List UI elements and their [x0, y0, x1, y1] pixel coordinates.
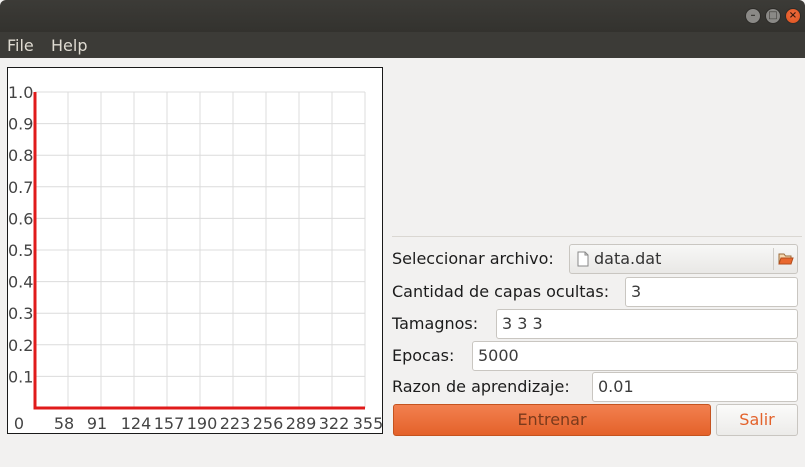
exit-button[interactable]: Salir [716, 404, 798, 436]
x-tick-label: 190 [187, 414, 218, 433]
x-tick-label: 355 [353, 414, 384, 433]
minimize-icon[interactable]: – [745, 8, 761, 24]
x-tick-label: 289 [286, 414, 317, 433]
train-button[interactable]: Entrenar [393, 404, 711, 436]
y-tick-label: 0.3 [8, 304, 33, 323]
x-tick-label: 256 [253, 414, 284, 433]
menu-bar: File Help [0, 32, 805, 58]
layers-label: Cantidad de capas ocultas: [392, 282, 610, 301]
epochs-label: Epocas: [392, 346, 455, 365]
training-chart: 1.0 0.9 0.8 0.7 0.6 0.5 0.4 0.3 0.2 0.1 0 58 91 124 15… [7, 67, 383, 434]
y-tick-label: 0.7 [8, 178, 33, 197]
y-tick-label: 0.1 [8, 367, 33, 386]
separator [392, 236, 802, 237]
x-tick-label: 223 [220, 414, 251, 433]
y-tick-label: 0.5 [8, 241, 33, 260]
maximize-icon[interactable]: □ [765, 8, 781, 24]
y-tick-label: 1.0 [8, 83, 33, 102]
sizes-label: Tamagnos: [392, 314, 479, 333]
x-tick-label: 157 [154, 414, 185, 433]
sizes-input[interactable]: 3 3 3 [496, 309, 798, 339]
chart-plot: 1.0 0.9 0.8 0.7 0.6 0.5 0.4 0.3 0.2 0.1 0 58 91 124 15… [8, 83, 384, 433]
file-value: data.dat [594, 249, 662, 268]
y-tick-label: 0.9 [8, 115, 33, 134]
y-tick-label: 0.4 [8, 273, 33, 292]
epochs-input[interactable]: 5000 [472, 341, 798, 371]
rate-label: Razon de aprendizaje: [392, 377, 570, 396]
menu-help[interactable]: Help [51, 36, 87, 55]
x-tick-label: 58 [54, 414, 74, 433]
title-bar: – □ × [0, 0, 805, 32]
file-selector[interactable]: data.dat [569, 244, 798, 274]
menu-file[interactable]: File [7, 36, 34, 55]
x-tick-label: 91 [87, 414, 107, 433]
x-tick-label: 124 [121, 414, 152, 433]
y-tick-label: 0.2 [8, 336, 33, 355]
file-divider [773, 248, 774, 270]
x-tick-label: 0 [14, 414, 24, 433]
folder-open-icon[interactable] [778, 251, 794, 267]
y-tick-label: 0.8 [8, 146, 33, 165]
y-tick-label: 0.6 [8, 209, 33, 228]
x-tick-label: 322 [319, 414, 350, 433]
close-icon[interactable]: × [785, 8, 801, 24]
layers-input[interactable]: 3 [625, 277, 798, 307]
file-icon [577, 251, 589, 267]
rate-input[interactable]: 0.01 [592, 372, 798, 402]
file-label: Seleccionar archivo: [392, 249, 554, 268]
